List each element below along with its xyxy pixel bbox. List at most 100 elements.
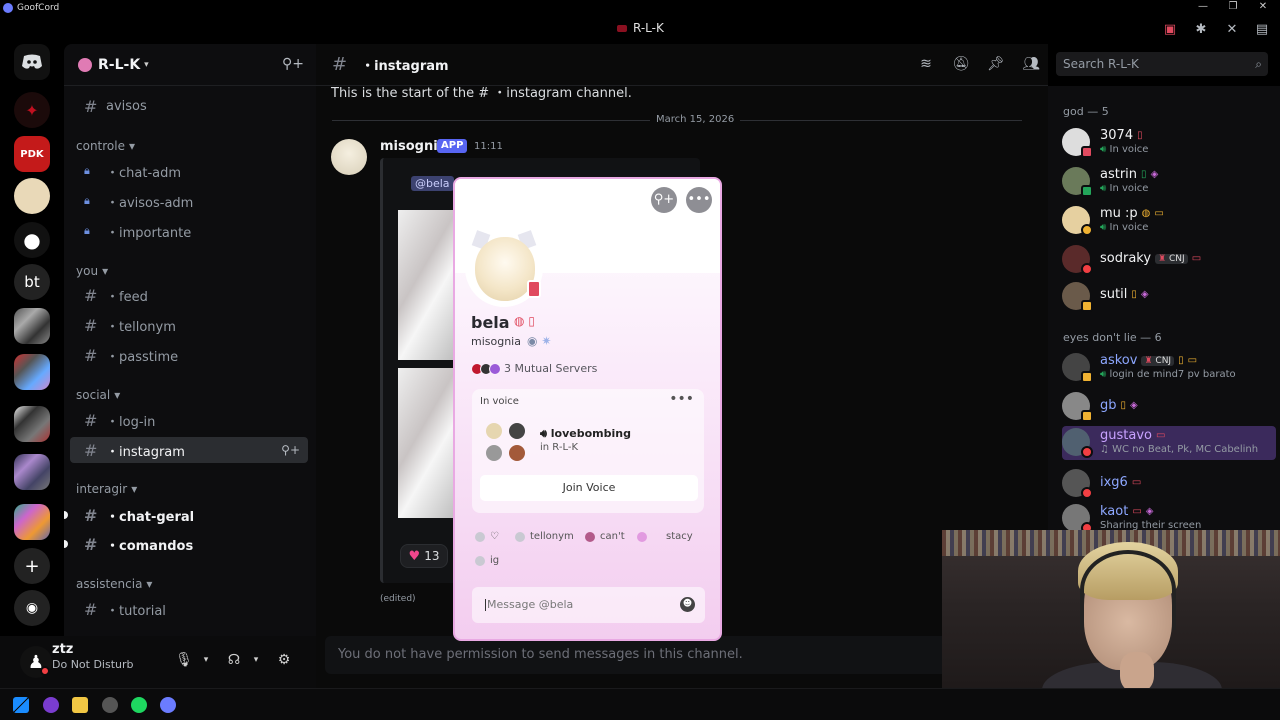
search-input[interactable]: Search R-L-K ⌕: [1056, 52, 1268, 76]
member-item[interactable]: mu :p ◍ ▭ 🔊︎ In voice: [1062, 204, 1276, 238]
dnd-status-icon: [40, 666, 50, 676]
server-icon-red[interactable]: ✦: [14, 92, 50, 128]
goofcord-icon[interactable]: [160, 697, 176, 713]
server-folder-5[interactable]: [14, 504, 50, 540]
app-name: GoofCord: [17, 3, 60, 13]
role-pill[interactable]: ♡: [475, 531, 499, 542]
member-item[interactable]: ixg6 ▭: [1062, 467, 1276, 501]
threads-icon[interactable]: ≋: [917, 56, 935, 74]
member-list-icon[interactable]: 👥︎: [1022, 56, 1040, 74]
settings-gear-icon[interactable]: ⚙: [272, 648, 296, 672]
discord-home-icon[interactable]: [14, 44, 50, 80]
channel-passtime[interactable]: # ・passtime: [70, 342, 308, 368]
reaction-heart[interactable]: ♥ 13: [400, 544, 448, 568]
chevron-down-icon[interactable]: ▾: [244, 648, 268, 672]
mute-bell-icon[interactable]: 🔕︎: [952, 56, 970, 74]
member-item[interactable]: 3074 ▯ 🔊︎ In voice: [1062, 126, 1276, 160]
emoji-icon[interactable]: ☻: [680, 597, 695, 612]
add-friend-icon[interactable]: ⚲+: [651, 187, 677, 213]
embed-image[interactable]: [398, 210, 458, 360]
spotify-icon[interactable]: [131, 697, 147, 713]
more-options-icon[interactable]: •••: [669, 391, 694, 407]
channel-header: # ・instagram: [316, 44, 1048, 86]
server-icon-anime[interactable]: [14, 178, 50, 214]
member-item[interactable]: askov ♜ CNJ ▯ ▭ 🔊︎ login de mind7 pv barato: [1062, 351, 1276, 385]
app-icon[interactable]: [43, 697, 59, 713]
inbox-icon[interactable]: ▤: [1253, 21, 1271, 39]
server-icon-user[interactable]: ●: [14, 222, 50, 258]
channel-log-in[interactable]: # ・log-in: [70, 407, 308, 433]
unread-indicator: [64, 540, 68, 548]
category-interagir[interactable]: interagir ▾: [76, 482, 137, 496]
member-item[interactable]: astrin ▯ ◈ 🔊︎ In voice: [1062, 165, 1276, 199]
lock-icon: 🔒︎: [84, 224, 90, 237]
role-pill[interactable]: ig: [475, 555, 499, 566]
role-pill[interactable]: stacy: [637, 531, 693, 542]
user-mention[interactable]: @bela: [411, 176, 454, 191]
headphones-icon[interactable]: ☊: [222, 648, 246, 672]
role-pill[interactable]: tellonym: [515, 531, 574, 542]
mobile-icon: ▯: [1120, 400, 1127, 411]
channel-tellonym[interactable]: # ・tellonym: [70, 312, 308, 338]
server-icon-pdk[interactable]: PDK: [14, 136, 50, 172]
unread-indicator: [64, 511, 68, 519]
category-social[interactable]: social ▾: [76, 388, 120, 402]
category-controle[interactable]: controle ▾: [76, 139, 135, 153]
tools-icon[interactable]: ✕: [1223, 21, 1241, 39]
bug-icon[interactable]: ✱: [1192, 21, 1210, 39]
role-pill[interactable]: can't: [585, 531, 625, 542]
channel-importante[interactable]: 🔒︎ ・importante: [70, 218, 308, 244]
invite-people-icon[interactable]: ⚲+: [282, 56, 304, 72]
nitro-icon: ◈: [1145, 506, 1154, 517]
globe-icon: ◍: [514, 314, 525, 328]
channel-chat-adm[interactable]: 🔒︎ ・chat-adm: [70, 158, 308, 184]
member-item[interactable]: sodraky ♜ CNJ ▭: [1062, 243, 1276, 277]
maximize-button[interactable]: ❐: [1218, 0, 1248, 16]
voice-server-name: in R-L-K: [540, 442, 579, 453]
server-icon-bt[interactable]: bt: [14, 264, 50, 300]
profile-status-icons: ◍ ▯: [514, 314, 535, 328]
server-folder-2[interactable]: [14, 354, 50, 390]
member-item[interactable]: kaot ▭ ◈ Sharing their screen: [1062, 502, 1276, 530]
message-avatar[interactable]: [331, 139, 367, 175]
more-options-icon[interactable]: •••: [686, 187, 712, 213]
join-voice-button[interactable]: Join Voice: [480, 475, 698, 501]
discover-icon[interactable]: ◉: [14, 590, 50, 626]
server-header[interactable]: R-L-K ▾ ⚲+: [64, 44, 316, 86]
server-name: R-L-K: [98, 56, 141, 73]
chevron-down-icon[interactable]: ▾: [194, 648, 218, 672]
profile-avatar[interactable]: [465, 229, 543, 307]
screen-share-icon[interactable]: ▣: [1161, 21, 1179, 39]
channel-instagram[interactable]: # ・instagram ⚲+: [70, 437, 308, 463]
minimize-button[interactable]: —: [1188, 0, 1218, 16]
microphone-icon[interactable]: 🎙︎: [172, 648, 196, 672]
member-item[interactable]: sutil ▯ ◈: [1062, 280, 1276, 314]
server-folder-3[interactable]: [14, 406, 50, 442]
server-folder-1[interactable]: [14, 308, 50, 344]
server-folder-4[interactable]: [14, 454, 50, 490]
steam-icon[interactable]: [102, 697, 118, 713]
close-button[interactable]: ✕: [1248, 0, 1278, 16]
category-assistencia[interactable]: assistencia ▾: [76, 577, 152, 591]
channel-chat-geral[interactable]: # ・chat-geral: [64, 502, 308, 528]
add-server-icon[interactable]: +: [14, 548, 50, 584]
badge-icon: ◉: [527, 334, 538, 348]
add-member-icon[interactable]: ⚲+: [281, 443, 300, 457]
message-user-input[interactable]: Message @bela ☻: [472, 587, 705, 623]
mutual-servers[interactable]: 3 Mutual Servers: [471, 362, 597, 375]
channel-feed[interactable]: # ・feed: [70, 282, 308, 308]
channel-tutorial[interactable]: # ・tutorial: [70, 596, 308, 622]
mobile-status-icon: [527, 280, 541, 298]
member-item[interactable]: gb ▯ ◈: [1062, 390, 1276, 424]
file-explorer-icon[interactable]: [72, 697, 88, 713]
server-icon: [489, 362, 501, 375]
channel-avisos-adm[interactable]: 🔒︎ ・avisos-adm: [70, 188, 308, 214]
user-panel: ♟ ztz Do Not Disturb 🎙︎ ▾ ☊ ▾ ⚙: [0, 636, 316, 688]
embed-image[interactable]: [398, 368, 458, 518]
pin-icon[interactable]: 📌︎: [987, 56, 1005, 74]
windows-start-icon[interactable]: [13, 697, 29, 713]
channel-avisos[interactable]: # avisos: [70, 93, 308, 119]
category-you[interactable]: you ▾: [76, 264, 108, 278]
channel-comandos[interactable]: # ・comandos: [64, 531, 308, 557]
member-item[interactable]: gustavo ▭ ♫ WC no Beat, Pk, MC Cabelinh: [1062, 426, 1276, 460]
